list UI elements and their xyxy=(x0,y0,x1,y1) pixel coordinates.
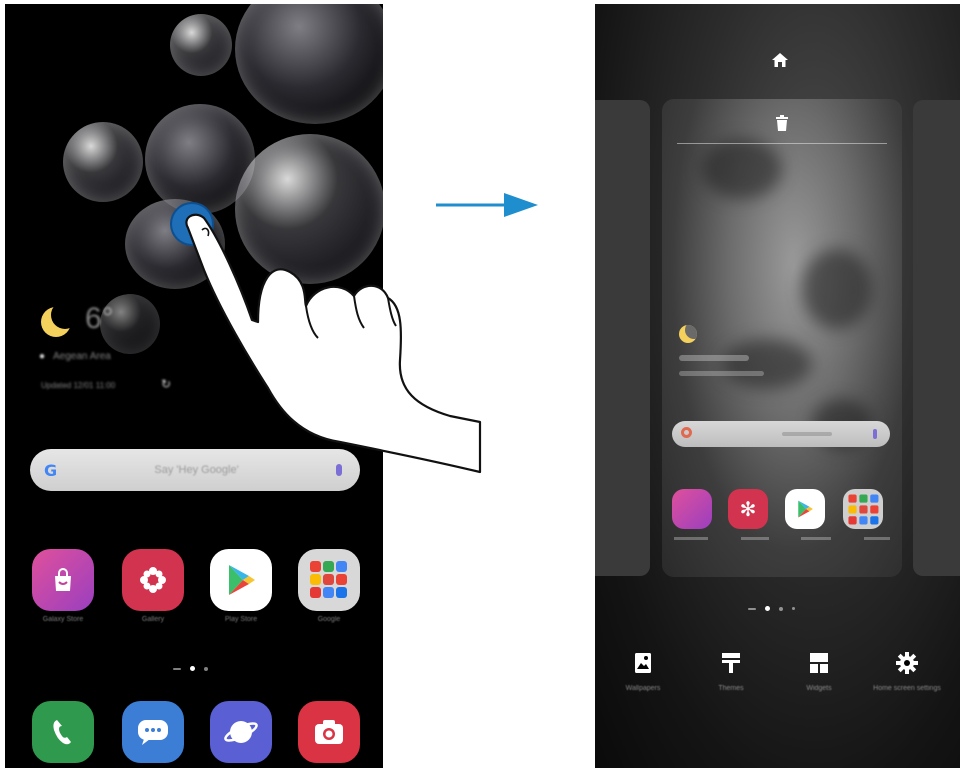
widgets-label: Widgets xyxy=(806,685,832,692)
home-screen-settings-label: Home screen settings xyxy=(873,685,941,692)
google-folder[interactable] xyxy=(298,549,360,611)
wallpaper-texture xyxy=(702,139,782,199)
themes-button[interactable]: Themes xyxy=(691,652,771,693)
paintbrush-icon xyxy=(722,653,740,673)
app-label-google: Google xyxy=(317,616,341,623)
mini-microphone-icon xyxy=(873,429,877,439)
wallpaper-texture xyxy=(802,249,872,329)
wallpaper-bubble xyxy=(235,4,383,124)
widgets-button[interactable]: Widgets xyxy=(779,652,859,693)
hand-gesture-icon xyxy=(185,213,482,474)
mini-app-labels xyxy=(674,537,890,541)
refresh-icon[interactable]: ↻ xyxy=(161,377,171,391)
wallpaper-texture xyxy=(722,339,812,389)
mini-google-folder xyxy=(843,489,883,529)
themes-label: Themes xyxy=(718,685,744,692)
phone-app[interactable] xyxy=(32,701,94,763)
mini-search-bar xyxy=(672,421,890,447)
card-divider xyxy=(677,143,887,144)
gear-icon xyxy=(896,652,918,674)
next-page-card[interactable] xyxy=(913,100,960,576)
gallery-app[interactable] xyxy=(122,549,184,611)
app-label-galaxy-store: Galaxy Store xyxy=(42,616,84,623)
transition-arrow-icon xyxy=(436,193,538,217)
google-logo-icon: G xyxy=(44,460,58,480)
weather-updated: Updated 12/01 11:00 xyxy=(41,381,116,390)
mini-weather-text xyxy=(679,371,764,376)
mini-weather-text xyxy=(679,355,749,361)
weather-temp: 6° xyxy=(85,302,114,335)
home-icon[interactable] xyxy=(771,52,789,68)
previous-page-card[interactable] xyxy=(595,100,650,576)
app-label-play-store: Play Store xyxy=(224,616,258,623)
page-dot xyxy=(792,607,795,610)
mini-search-placeholder xyxy=(782,432,832,436)
messages-app[interactable] xyxy=(122,701,184,763)
moon-icon xyxy=(41,301,79,337)
phone-icon xyxy=(53,720,71,745)
wallpaper-bubble xyxy=(63,122,143,202)
page-indicator xyxy=(173,666,208,671)
home-page-card[interactable]: ✻ xyxy=(662,99,902,577)
mini-moon-icon xyxy=(679,325,697,343)
mini-galaxy-store-app xyxy=(672,489,712,529)
wallpapers-label: Wallpapers xyxy=(625,685,661,692)
location-pin-icon: ● xyxy=(39,351,46,362)
wallpaper-icon xyxy=(635,653,651,673)
home-page-indicator xyxy=(173,667,181,670)
widgets-icon xyxy=(810,653,828,673)
page-dot xyxy=(204,666,208,671)
home-screen-settings-button[interactable]: Home screen settings xyxy=(867,652,947,693)
internet-planet-icon xyxy=(224,721,258,743)
internet-app[interactable] xyxy=(210,701,272,763)
wallpapers-button[interactable]: Wallpapers xyxy=(603,652,683,693)
shopping-bag-icon xyxy=(55,568,71,591)
home-page-indicator xyxy=(748,607,756,610)
folder-grid-icon xyxy=(310,561,347,598)
page-indicator xyxy=(748,606,795,611)
flower-icon xyxy=(140,567,166,593)
page-dot-active xyxy=(190,666,195,671)
play-store-app[interactable] xyxy=(210,549,272,611)
page-dot xyxy=(779,606,783,611)
weather-location[interactable]: Aegean Area xyxy=(53,351,111,362)
wallpaper-bubble xyxy=(170,14,232,76)
trash-icon[interactable] xyxy=(775,115,789,131)
camera-icon xyxy=(315,720,343,744)
mini-google-logo-icon xyxy=(681,427,692,438)
mini-gallery-app: ✻ xyxy=(728,489,768,529)
home-screen-edit-mode: ✻ Wallpapers Themes Widgets Home screen … xyxy=(595,4,960,768)
mini-play-store-app xyxy=(785,489,825,529)
play-triangle-icon xyxy=(229,565,255,595)
camera-app[interactable] xyxy=(298,701,360,763)
message-icon xyxy=(138,720,168,745)
page-dot-active xyxy=(765,606,770,611)
app-label-gallery: Gallery xyxy=(141,616,165,623)
galaxy-store-app[interactable] xyxy=(32,549,94,611)
